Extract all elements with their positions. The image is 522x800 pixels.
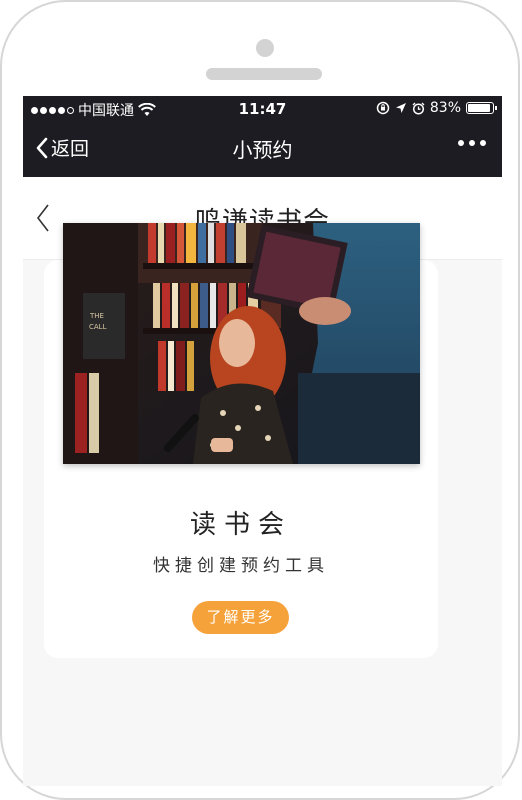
status-right: 83% xyxy=(376,100,497,116)
location-arrow-icon xyxy=(395,103,406,113)
battery-icon xyxy=(466,102,497,114)
svg-text:THE: THE xyxy=(89,312,104,320)
orientation-lock-icon xyxy=(376,101,390,115)
status-bar: 中国联通 11:47 83% xyxy=(23,96,502,122)
card-subtitle: 快捷创建预约工具 xyxy=(153,556,329,576)
earpiece-speaker xyxy=(206,68,322,80)
phone-frame: 中国联通 11:47 83% 返回 小预约 鸣谦读书会 THE CALL 读书会… xyxy=(0,0,520,800)
more-dots-icon[interactable] xyxy=(458,140,486,146)
learn-more-button[interactable]: 了解更多 xyxy=(192,601,289,634)
card-title: 读书会 xyxy=(189,510,292,540)
svg-text:CALL: CALL xyxy=(89,323,107,331)
reading-event-photo: THE CALL xyxy=(63,223,420,464)
alarm-icon xyxy=(412,102,425,115)
photo-image: THE CALL xyxy=(63,223,420,464)
front-camera xyxy=(256,39,274,57)
nav-title: 小预约 xyxy=(232,138,293,162)
battery-percent: 83% xyxy=(429,100,461,116)
nav-bar: 返回 小预约 xyxy=(23,122,502,177)
